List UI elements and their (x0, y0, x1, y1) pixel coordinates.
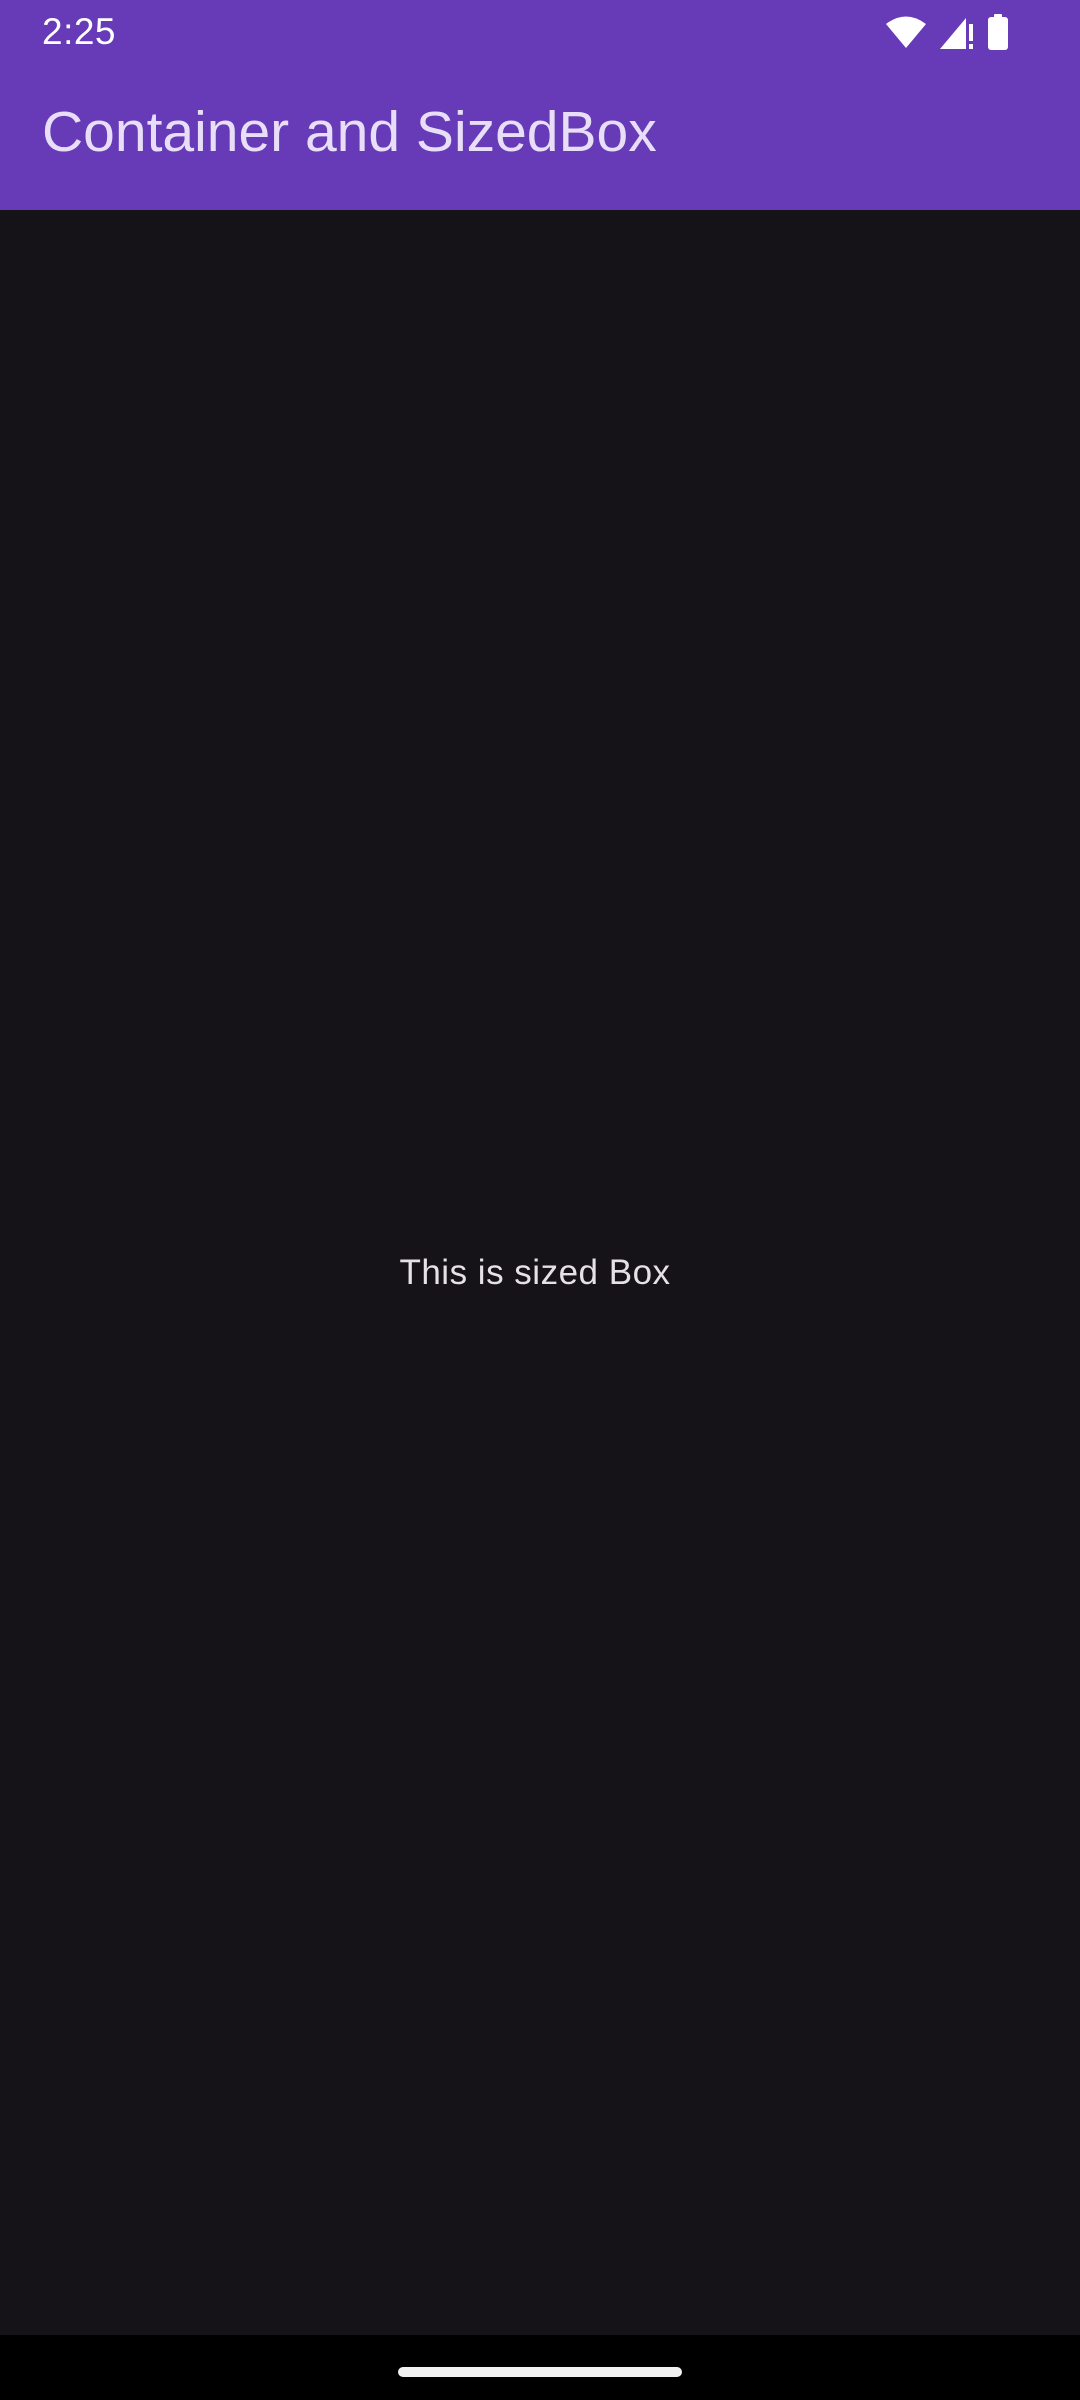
navigation-bar (0, 2335, 1080, 2400)
gesture-handle[interactable] (398, 2367, 682, 2377)
app-screen: 2:25 Container and SizedBox This is size… (0, 0, 1080, 2400)
app-bar: Container and SizedBox (0, 64, 1080, 210)
app-bar-title: Container and SizedBox (42, 100, 657, 164)
body-area: This is sized Box (0, 210, 1080, 2335)
status-icons (886, 12, 1008, 52)
status-bar: 2:25 (0, 0, 1080, 64)
battery-icon (988, 14, 1008, 50)
status-time: 2:25 (42, 11, 117, 52)
sized-box-text: This is sized Box (399, 1253, 671, 1292)
wifi-icon (886, 15, 926, 49)
cellular-signal-icon (940, 14, 974, 50)
